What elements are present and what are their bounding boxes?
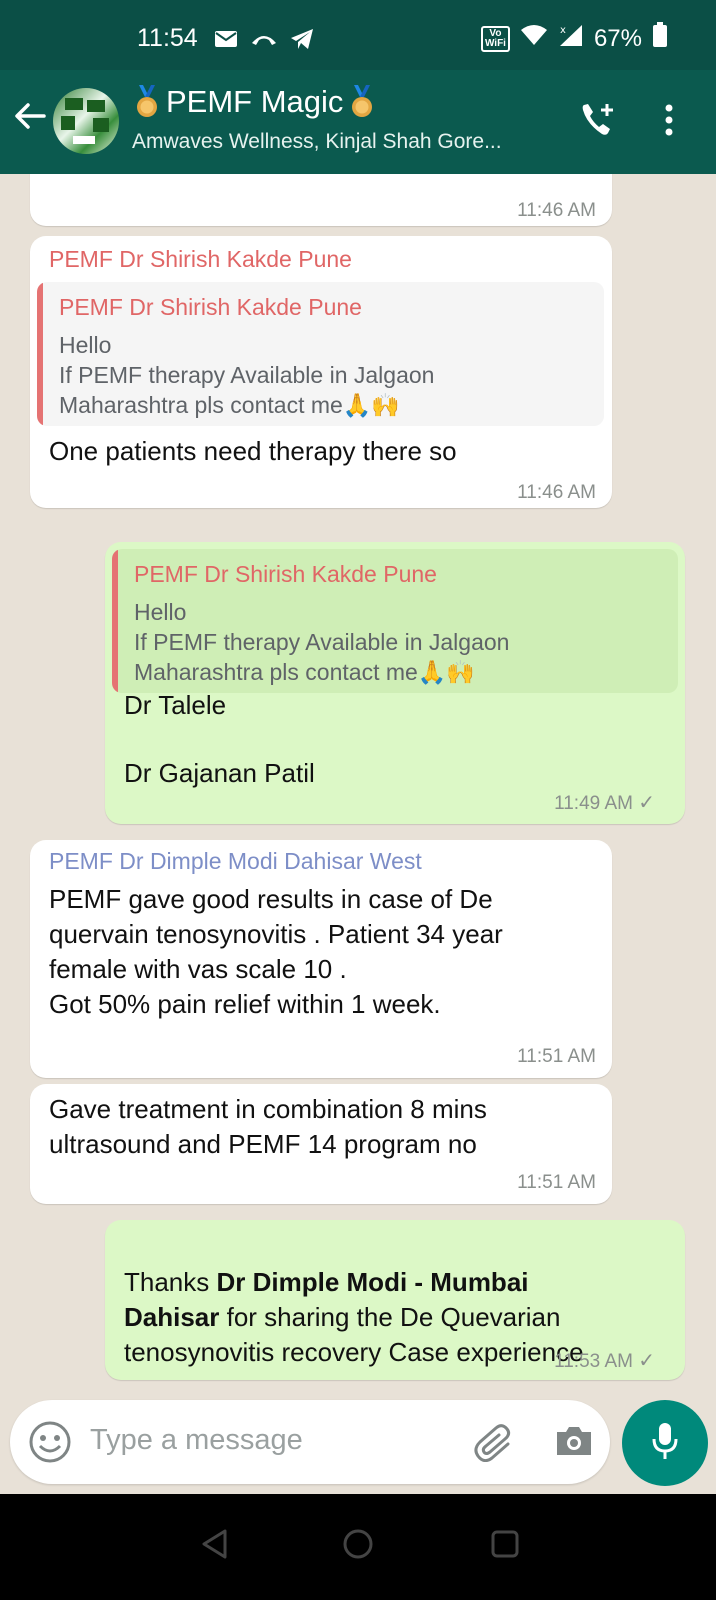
message-bubble[interactable]: Gave treatment in combination 8 mins ult… <box>30 1084 612 1204</box>
message-time: 11:53 AM ✓ <box>554 1350 655 1372</box>
status-time: 11:54 <box>137 24 198 52</box>
message-text: One patients need therapy there so <box>49 436 457 466</box>
message-sender: PEMF Dr Dimple Modi Dahisar West <box>49 848 422 874</box>
message-text: Dr Talele Dr Gajanan Patil <box>124 690 315 788</box>
chat-area[interactable]: 11:46 AM PEMF Dr Shirish Kakde Pune PEMF… <box>0 174 716 1400</box>
group-avatar[interactable] <box>53 88 119 154</box>
mention-text: Dr Dimple Modi - Mumbai <box>216 1267 529 1297</box>
mic-icon <box>650 1421 680 1466</box>
nav-back-icon[interactable] <box>200 1528 228 1565</box>
message-sender: PEMF Dr Shirish Kakde Pune <box>49 246 352 272</box>
more-vert-icon[interactable] <box>664 104 674 141</box>
message-composer[interactable]: Type a message <box>10 1400 610 1484</box>
message-bubble[interactable]: PEMF Dr Dimple Modi Dahisar West PEMF ga… <box>30 840 612 1078</box>
message-input[interactable]: Type a message <box>90 1424 303 1457</box>
wifi-icon <box>520 24 548 53</box>
nav-home-icon[interactable] <box>342 1528 374 1565</box>
quoted-text: Hello If PEMF therapy Available in Jalga… <box>134 599 510 685</box>
vowifi-icon: Vo WiFi <box>480 25 510 52</box>
message-text: Thanks Dr Dimple Modi - Mumbai Dahisar fo… <box>124 1267 584 1367</box>
message-time: 11:49 AM ✓ <box>554 792 655 814</box>
chat-header: PEMF Magic Amwaves Wellness, Kinjal Shah… <box>0 70 716 174</box>
message-bubble[interactable]: 11:46 AM <box>30 174 612 226</box>
mention-text: Dahisar <box>124 1302 220 1332</box>
camera-icon[interactable] <box>554 1424 594 1463</box>
message-time: 11:51 AM <box>517 1046 596 1067</box>
nav-recents-icon[interactable] <box>490 1529 520 1564</box>
message-text: PEMF gave good results in case of De que… <box>49 884 503 1019</box>
add-call-icon[interactable] <box>578 100 618 145</box>
message-time: 11:46 AM <box>517 200 596 221</box>
quoted-text: Hello If PEMF therapy Available in Jalga… <box>59 332 435 418</box>
message-bubble[interactable]: PEMF Dr Shirish Kakde Pune PEMF Dr Shiri… <box>30 236 612 508</box>
chat-title-text: PEMF Magic <box>166 84 344 119</box>
message-text: Gave treatment in combination 8 mins ult… <box>49 1094 487 1159</box>
quoted-message[interactable]: PEMF Dr Shirish Kakde Pune Hello If PEMF… <box>112 549 678 693</box>
medal-icon <box>349 85 375 119</box>
emoji-icon[interactable] <box>28 1420 72 1469</box>
battery-text: 67% <box>593 24 642 52</box>
medal-icon <box>134 85 160 119</box>
message-time: 11:51 AM <box>517 1172 596 1193</box>
svg-text:x: x <box>560 25 566 36</box>
message-time: 11:46 AM <box>517 482 596 503</box>
quoted-sender: PEMF Dr Shirish Kakde Pune <box>134 561 437 587</box>
chat-title[interactable]: PEMF Magic <box>134 84 375 120</box>
sent-check-icon: ✓ <box>638 1350 655 1372</box>
quoted-sender: PEMF Dr Shirish Kakde Pune <box>59 294 362 320</box>
sent-check-icon: ✓ <box>638 792 655 814</box>
quoted-message[interactable]: PEMF Dr Shirish Kakde Pune Hello If PEMF… <box>37 282 604 426</box>
message-bubble[interactable]: PEMF Dr Shirish Kakde Pune Hello If PEMF… <box>105 542 685 824</box>
back-arrow-icon[interactable] <box>12 98 48 139</box>
signal-icon: x <box>558 23 584 54</box>
status-bar: 11:54 Vo WiFi x 67% <box>0 0 716 70</box>
telegram-icon <box>290 28 314 55</box>
missed-call-icon <box>250 31 278 52</box>
message-bubble[interactable]: Thanks Dr Dimple Modi - Mumbai Dahisar fo… <box>105 1220 685 1380</box>
attach-icon[interactable] <box>472 1422 516 1467</box>
system-nav-bar <box>0 1494 716 1600</box>
mail-icon <box>214 30 238 53</box>
chat-members[interactable]: Amwaves Wellness, Kinjal Shah Gore... <box>132 130 502 154</box>
mic-button[interactable] <box>622 1400 708 1486</box>
battery-icon <box>652 22 668 55</box>
